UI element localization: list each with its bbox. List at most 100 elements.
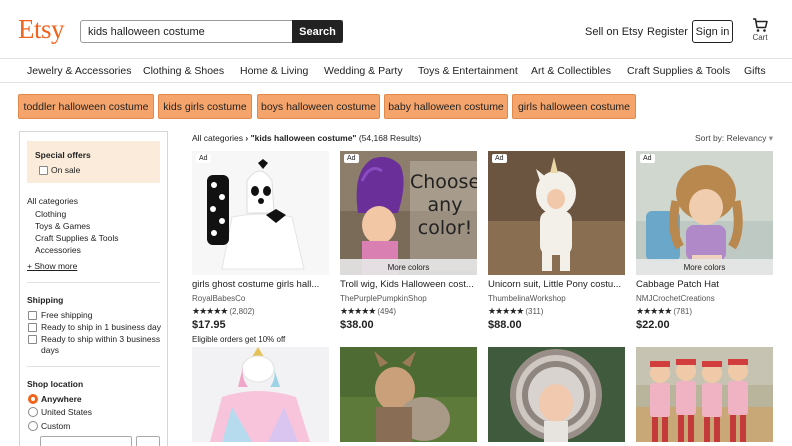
suggestion-pill[interactable]: girls halloween costume [512,94,636,119]
review-count: (781) [673,307,693,316]
product-rating: ★★★★★ (494) [340,306,396,317]
product-card[interactable]: Ad Unicorn suit, Little Pony costu... Th… [488,151,625,336]
product-title[interactable]: Cabbage Patch Hat [636,279,773,290]
divider [27,366,160,367]
overlay-line-3: color! [417,217,473,239]
category-filter-toys-games[interactable]: Toys & Games [35,221,90,231]
breadcrumb-all-categories[interactable]: All categories [192,133,243,143]
category-filter-clothing[interactable]: Clothing [35,209,66,219]
ready-3-days-label-cont: days [41,345,59,355]
shop-name[interactable]: ThePurplePumpkinShop [340,294,427,303]
shop-name[interactable]: NMJCrochetCreations [636,294,715,303]
sort-dropdown[interactable]: Sort by: Relevancy ▾ [695,133,773,144]
image-overlay-text: Choose any color! [410,171,477,240]
nav-jewelry-accessories[interactable]: Jewelry & Accessories [27,65,131,77]
sign-in-button[interactable]: Sign in [692,20,733,43]
anywhere-radio[interactable] [28,394,38,404]
free-shipping-checkbox[interactable] [28,311,37,320]
etsy-logo[interactable]: Etsy [18,14,65,45]
product-price: $22.00 [636,319,670,331]
special-offers-box: Special offers On sale [27,141,160,183]
custom-location-radio[interactable] [28,421,38,431]
sell-on-etsy-link[interactable]: Sell on Etsy [585,26,643,38]
product-image[interactable] [192,347,329,442]
product-card[interactable] [636,347,773,442]
united-states-radio[interactable] [28,407,38,417]
nav-home-living[interactable]: Home & Living [240,65,308,77]
nav-toys-entertainment[interactable]: Toys & Entertainment [418,65,518,77]
ready-1-day-checkbox[interactable] [28,323,37,332]
product-rating: ★★★★★ (2,802) [192,306,255,317]
nav-clothing-shoes[interactable]: Clothing & Shoes [143,65,224,77]
star-rating-icon: ★★★★★ [488,306,524,316]
suggestion-pill[interactable]: baby halloween costume [384,94,508,119]
ready-3-days-label: Ready to ship within 3 business [41,334,161,344]
product-card[interactable] [488,347,625,442]
product-image[interactable]: Ad [192,151,329,275]
product-image[interactable]: Ad [488,151,625,275]
overlay-line-1: Choose [410,171,477,193]
cart-icon [753,18,768,32]
filter-sidebar: Special offers On sale All categories Cl… [19,131,168,446]
anywhere-label: Anywhere [41,394,82,404]
product-image[interactable] [636,347,773,442]
breadcrumb-separator: › [245,133,249,143]
header: Etsy kids halloween costume Search Sell … [0,0,792,58]
ready-3-days-checkbox[interactable] [28,335,37,344]
product-card[interactable]: Choose any color! Ad More colors Troll w… [340,151,477,336]
custom-location-input[interactable] [40,436,132,446]
more-colors-label: More colors [340,259,477,275]
chevron-down-icon: ▾ [768,133,773,143]
nav-wedding-party[interactable]: Wedding & Party [324,65,403,77]
more-colors-label: More colors [636,259,773,275]
search-button[interactable]: Search [292,20,343,43]
product-image[interactable]: Choose any color! Ad More colors [340,151,477,275]
category-filter-accessories[interactable]: Accessories [35,245,81,255]
nav-gifts[interactable]: Gifts [744,65,766,77]
nav-craft-supplies-tools[interactable]: Craft Supplies & Tools [627,65,730,77]
cart-button[interactable]: Cart [749,18,771,42]
product-price: $38.00 [340,319,374,331]
promo-note: Eligible orders get 10% off [192,335,286,344]
search-query: "kids halloween costume" [250,133,357,143]
divider [27,282,160,283]
all-categories-label[interactable]: All categories [27,196,78,206]
overlay-line-2: any [427,194,463,216]
suggestion-pill[interactable]: toddler halloween costume [18,94,154,119]
special-offers-title: Special offers [35,150,91,160]
product-card[interactable] [340,347,477,442]
ad-badge: Ad [492,154,507,163]
product-card[interactable]: Ad More colors Cabbage Patch Hat NMJCroc… [636,151,773,336]
product-image[interactable]: Ad More colors [636,151,773,275]
review-count: (311) [525,307,544,316]
nav-art-collectibles[interactable]: Art & Collectibles [531,65,611,77]
product-price: $88.00 [488,319,522,331]
product-card[interactable]: Ad girls ghost costume girls hall... Roy… [192,151,329,344]
suggestion-pill[interactable]: boys halloween costume [257,94,380,119]
shop-location-title: Shop location [27,379,84,389]
cart-label: Cart [752,33,768,42]
product-title[interactable]: girls ghost costume girls hall... [192,279,329,290]
product-title[interactable]: Troll wig, Kids Halloween cost... [340,279,477,290]
ad-badge: Ad [344,154,359,163]
star-rating-icon: ★★★★★ [636,306,672,316]
sort-label: Sort by: Relevancy [695,133,767,143]
register-link[interactable]: Register [647,26,688,38]
show-more-link[interactable]: + Show more [27,261,77,271]
suggestion-pill[interactable]: kids girls costume [158,94,252,119]
product-image[interactable] [488,347,625,442]
product-rating: ★★★★★ (311) [488,306,543,317]
custom-location-apply-button[interactable] [136,436,160,446]
shop-name[interactable]: RoyalBabesCo [192,294,245,303]
product-title[interactable]: Unicorn suit, Little Pony costu... [488,279,625,290]
ad-badge: Ad [196,154,211,163]
product-card[interactable] [192,347,329,442]
star-rating-icon: ★★★★★ [340,306,376,316]
review-count: (494) [377,307,397,316]
shop-name[interactable]: ThumbelinaWorkshop [488,294,566,303]
on-sale-checkbox[interactable] [39,166,48,175]
united-states-label: United States [41,407,93,417]
product-price: $17.95 [192,319,226,331]
product-image[interactable] [340,347,477,442]
category-filter-craft-supplies[interactable]: Craft Supplies & Tools [35,233,118,243]
